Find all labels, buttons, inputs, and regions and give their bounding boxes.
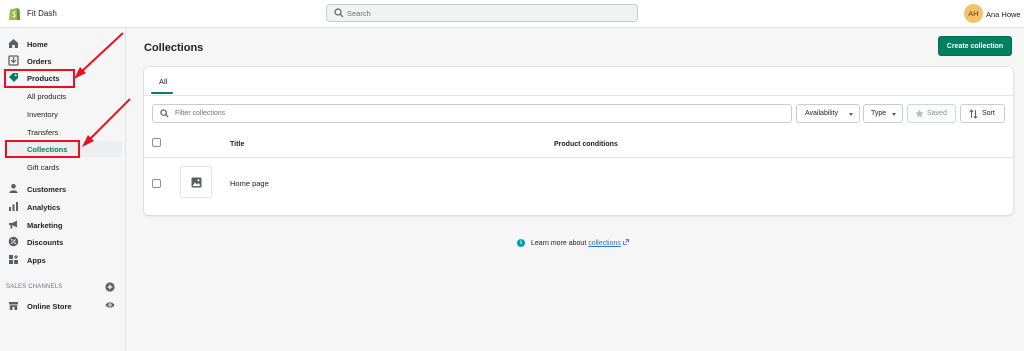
arrow-to-collections [87,98,131,142]
saved-label: Saved [927,110,947,117]
annotation-arrows [74,32,131,147]
user-avatar[interactable]: AH [964,4,983,23]
learn-more-prefix: Learn more about [531,240,587,247]
external-link-icon [622,239,629,245]
search-placeholder: Search [347,9,371,18]
caret-down-icon [892,113,896,116]
search-bar[interactable]: Search [326,4,638,22]
user-name[interactable]: Ana Howe [986,10,1021,19]
availability-label: Availability [805,110,838,117]
arrow-to-products [79,32,124,74]
discount-icon [8,236,19,247]
sort-arrows-icon [969,109,978,119]
collections-card: All Filter collections Availability Type… [144,67,1013,215]
search-icon [334,8,344,18]
bar-chart-icon [9,202,18,211]
sidebar-item-label: Apps [27,256,46,265]
column-header-conditions: Product conditions [554,141,618,148]
sidebar-item-label: Online Store [27,302,72,311]
filter-collections-input[interactable]: Filter collections [152,104,792,123]
info-icon: i [517,239,525,247]
sidebar-item-marketing[interactable]: Marketing [0,217,126,233]
collections-help-link[interactable]: collections [588,240,621,247]
saved-button[interactable]: Saved [907,104,956,123]
create-collection-button[interactable]: Create collection [938,36,1012,56]
collection-title[interactable]: Home page [230,179,269,188]
table-row[interactable]: Home page [144,158,1013,208]
sidebar-item-label: Analytics [27,203,61,212]
caret-down-icon [849,113,853,116]
availability-filter-button[interactable]: Availability [796,104,860,123]
sidebar-item-label: Discounts [27,238,64,247]
sort-label: Sort [982,110,995,117]
star-icon [915,109,924,118]
sidebar-item-apps[interactable]: Apps [0,252,126,268]
view-store-eye-icon[interactable] [105,300,115,310]
column-header-title[interactable]: Title [230,141,244,148]
add-channel-icon[interactable] [105,282,115,292]
sidebar-item-label: Marketing [27,221,63,230]
sort-button[interactable]: Sort [960,104,1005,123]
sales-channels-heading: SALES CHANNELS [6,284,63,290]
type-label: Type [871,110,887,117]
apps-icon [9,255,18,264]
sidebar-item-discounts[interactable]: Discounts [0,234,126,250]
type-filter-button[interactable]: Type [863,104,903,123]
tab-divider [144,95,1013,96]
sidebar-item-analytics[interactable]: Analytics [0,199,126,215]
table-header: Title Product conditions [144,130,1013,158]
store-icon [9,302,18,310]
megaphone-icon [9,220,17,229]
